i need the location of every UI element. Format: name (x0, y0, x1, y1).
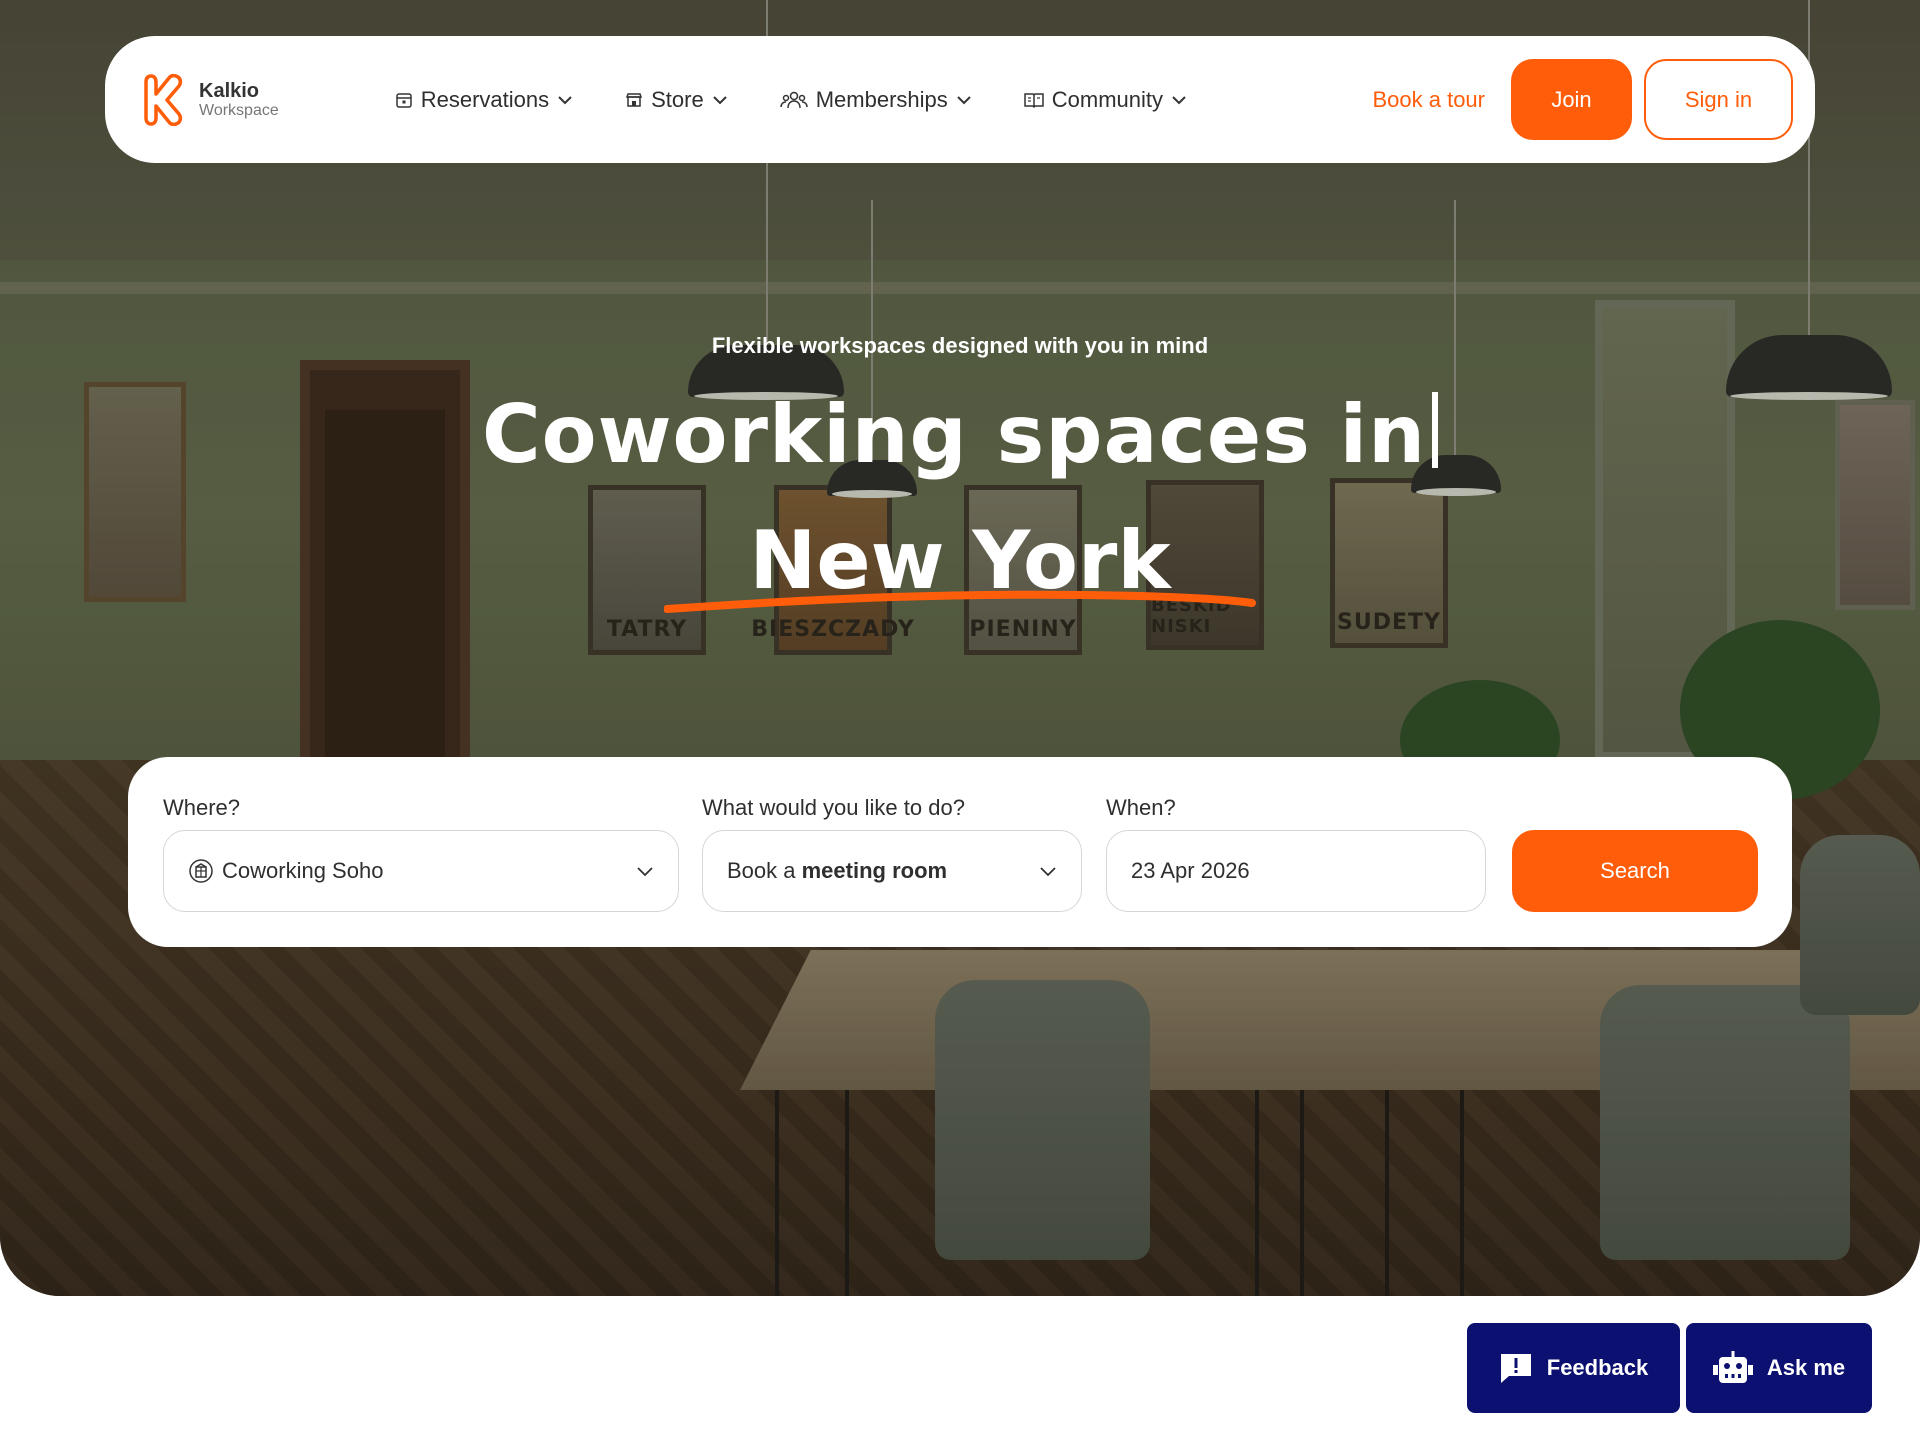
nav-item-store[interactable]: Store (625, 87, 728, 113)
chevron-down-icon (1040, 866, 1056, 876)
hero-section: TATRY BIESZCZADY PIENINY BESKID NISKI SU… (0, 0, 1920, 1296)
top-navbar: Kalkio Workspace Reservations Store Memb… (105, 36, 1815, 163)
date-value: 23 Apr 2026 (1131, 858, 1250, 883)
search-button[interactable]: Search (1512, 830, 1758, 912)
calendar-icon (395, 92, 412, 108)
book-icon (1024, 92, 1044, 108)
nav-item-label: Store (651, 86, 704, 112)
hero-overlay (0, 0, 1920, 1296)
date-field[interactable]: 23 Apr 2026 (1106, 830, 1486, 912)
chevron-down-icon (637, 866, 653, 876)
join-button[interactable]: Join (1511, 59, 1632, 140)
nav-item-label: Reservations (420, 86, 550, 112)
kalkio-logo-icon (144, 73, 183, 126)
brand-subtitle: Workspace (199, 101, 279, 119)
nav-item-community[interactable]: Community (1024, 87, 1187, 113)
search-panel: Where? Coworking Soho What would you lik… (128, 757, 1792, 947)
feedback-label: Feedback (1546, 1355, 1649, 1380)
feedback-button[interactable]: Feedback (1467, 1323, 1680, 1413)
typing-caret (1432, 392, 1439, 468)
feedback-icon (1500, 1354, 1531, 1383)
chevron-down-icon (558, 95, 572, 104)
nav-item-memberships[interactable]: Memberships (779, 86, 972, 113)
activity-label: What would you like to do? (702, 795, 965, 820)
hero-headline-text: Coworking spaces in (481, 388, 1427, 481)
store-icon (626, 92, 643, 107)
brand-logo[interactable]: Kalkio Workspace (143, 72, 279, 128)
city-underline (664, 590, 1256, 613)
nav-actions: Book a tour Join Sign in (1358, 59, 1793, 140)
where-label: Where? (163, 795, 241, 820)
robot-icon (1712, 1351, 1753, 1383)
hero-headline: Coworking spaces in (0, 388, 1920, 481)
activity-prefix: Book a (727, 858, 796, 883)
book-tour-link[interactable]: Book a tour (1358, 87, 1499, 113)
chevron-down-icon (957, 95, 971, 104)
brand-name: Kalkio (199, 79, 260, 102)
users-icon (779, 91, 808, 108)
main-menu: Reservations Store Memberships Community (395, 87, 1187, 113)
chevron-down-icon (713, 95, 727, 104)
nav-item-label: Community (1051, 86, 1164, 112)
activity-select[interactable]: Book a meeting room (702, 830, 1082, 912)
building-icon (189, 859, 213, 883)
location-select[interactable]: Coworking Soho (163, 830, 679, 912)
date-label: When? (1106, 795, 1176, 820)
ask-me-label: Ask me (1766, 1355, 1846, 1380)
nav-item-label: Memberships (815, 86, 948, 112)
ask-me-button[interactable]: Ask me (1686, 1323, 1872, 1413)
hero-tagline: Flexible workspaces designed with you in… (711, 333, 1209, 358)
nav-item-reservations[interactable]: Reservations (395, 87, 573, 113)
sign-in-button[interactable]: Sign in (1644, 59, 1793, 140)
activity-value: meeting room (801, 858, 948, 883)
chevron-down-icon (1172, 95, 1186, 104)
location-value: Coworking Soho (222, 858, 384, 883)
